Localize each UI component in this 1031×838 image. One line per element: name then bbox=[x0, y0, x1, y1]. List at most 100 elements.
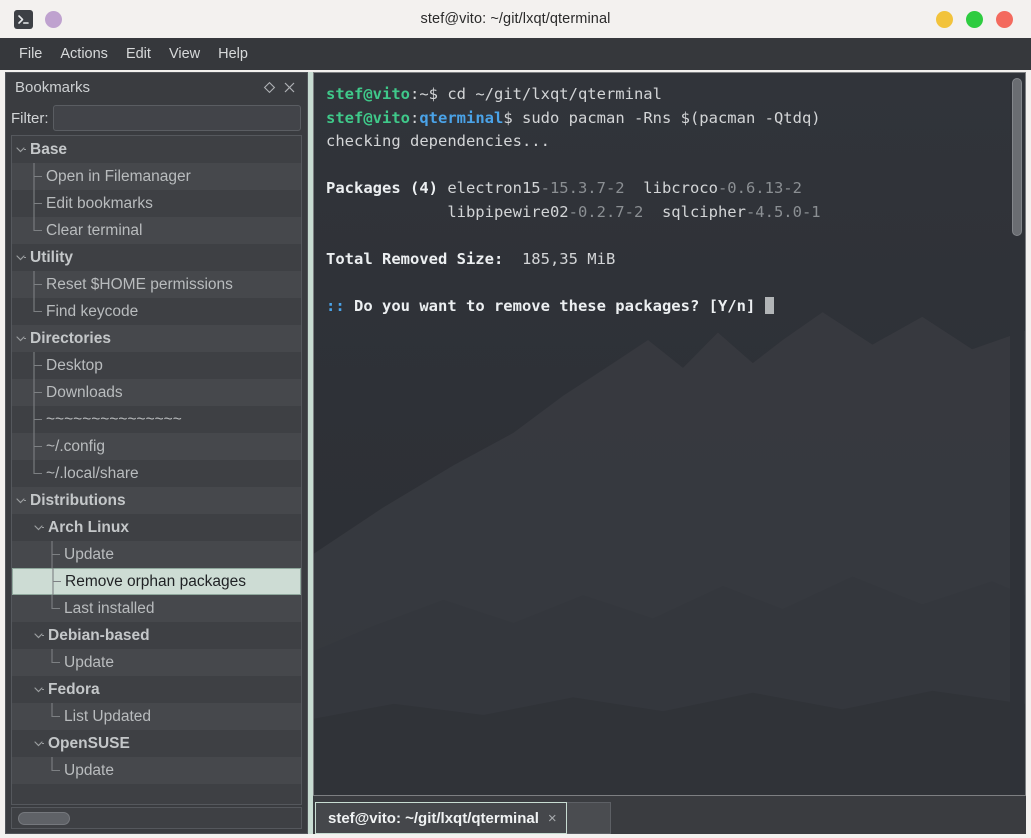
chevron-down-icon[interactable] bbox=[14, 332, 27, 345]
terminal-vertical-scrollbar[interactable] bbox=[1010, 74, 1024, 794]
tree-branch-line bbox=[48, 757, 61, 784]
terminal-text-span: electron15 bbox=[437, 179, 541, 197]
close-button[interactable] bbox=[996, 10, 1013, 28]
tab-close-icon[interactable]: × bbox=[548, 811, 557, 826]
tree-branch-line bbox=[30, 379, 43, 406]
tree-group-row[interactable]: Debian-based bbox=[12, 622, 301, 649]
menu-item-view[interactable]: View bbox=[160, 43, 209, 65]
terminal-text-span: libpipewire02 bbox=[326, 202, 569, 221]
menu-item-edit[interactable]: Edit bbox=[117, 43, 160, 65]
terminal-text-span: stef@vito bbox=[326, 108, 410, 127]
tree-item-row[interactable]: Desktop bbox=[12, 352, 301, 379]
tree-item-label: Clear terminal bbox=[46, 221, 143, 239]
tree-item-label: Utility bbox=[30, 248, 74, 266]
menu-item-file[interactable]: File bbox=[10, 43, 51, 65]
tree-item-label: Distributions bbox=[30, 491, 126, 509]
tree-group-row[interactable]: Utility bbox=[12, 244, 301, 271]
tree-item-row[interactable]: Remove orphan packages bbox=[12, 568, 301, 595]
chevron-down-icon[interactable] bbox=[32, 629, 45, 642]
tab-terminal-1[interactable]: stef@vito: ~/git/lxqt/qterminal × bbox=[315, 802, 567, 834]
scrollbar-thumb[interactable] bbox=[18, 811, 70, 825]
tree-item-row[interactable]: Reset $HOME permissions bbox=[12, 271, 301, 298]
tree-item-row[interactable]: Last installed bbox=[12, 595, 301, 622]
tree-item-row[interactable]: Update bbox=[12, 757, 301, 784]
terminal-text-span: Do you want to remove these packages? [Y… bbox=[344, 296, 765, 315]
bookmarks-panel: Bookmarks Filter: Base Open in Filemanage… bbox=[5, 72, 308, 834]
filter-input[interactable] bbox=[52, 105, 301, 131]
terminal-cursor bbox=[764, 296, 774, 314]
tree-group-row[interactable]: Fedora bbox=[12, 676, 301, 703]
tree-group-row[interactable]: Arch Linux bbox=[12, 514, 301, 541]
tree-group-row[interactable]: Base bbox=[12, 136, 301, 163]
terminal-text-span: libcroco bbox=[624, 179, 718, 197]
tree-item-row[interactable]: Open in Filemanager bbox=[12, 163, 301, 190]
tree-item-label: Downloads bbox=[46, 383, 123, 401]
tree-item-row[interactable]: ~/.config bbox=[12, 433, 301, 460]
tree-item-row[interactable]: List Updated bbox=[12, 703, 301, 730]
purple-circle-icon bbox=[45, 10, 62, 28]
float-diamond-icon[interactable] bbox=[259, 77, 279, 97]
terminal-text-span: 185,35 MiB bbox=[503, 249, 616, 268]
chevron-down-icon[interactable] bbox=[14, 143, 27, 156]
tree-item-label: Desktop bbox=[46, 356, 103, 374]
chevron-down-icon[interactable] bbox=[14, 251, 27, 264]
terminal-text-span: :: bbox=[326, 296, 345, 315]
terminal-text-span: -0.6.13-2 bbox=[717, 179, 802, 197]
tree-item-row[interactable]: Clear terminal bbox=[12, 217, 301, 244]
tree-item-label: Reset $HOME permissions bbox=[46, 275, 233, 293]
tree-branch-line bbox=[49, 568, 62, 595]
tree-branch-line bbox=[48, 703, 61, 730]
terminal-line: :: Do you want to remove these packages?… bbox=[326, 295, 1013, 319]
tree-item-row[interactable]: ~~~~~~~~~~~~~~~ bbox=[12, 406, 301, 433]
tree-item-row[interactable]: Update bbox=[12, 541, 301, 568]
terminal-line: Packages (4) electron15-15.3.7-2 libcroc… bbox=[326, 177, 1013, 201]
bookmarks-panel-header: Bookmarks bbox=[6, 73, 307, 101]
menu-item-help[interactable]: Help bbox=[209, 43, 257, 65]
tree-group-row[interactable]: OpenSUSE bbox=[12, 730, 301, 757]
tree-item-label: Edit bookmarks bbox=[46, 194, 153, 212]
chevron-down-icon[interactable] bbox=[32, 521, 45, 534]
tree-item-row[interactable]: Find keycode bbox=[12, 298, 301, 325]
tree-item-row[interactable]: Update bbox=[12, 649, 301, 676]
tree-branch-line bbox=[30, 217, 43, 244]
tree-item-label: OpenSUSE bbox=[48, 734, 130, 752]
tree-item-label: List Updated bbox=[64, 707, 152, 725]
title-bar: stef@vito: ~/git/lxqt/qterminal bbox=[0, 0, 1031, 38]
tree-item-row[interactable]: Edit bookmarks bbox=[12, 190, 301, 217]
terminal-output: stef@vito:~$ cd ~/git/lxqt/qterminal stef… bbox=[314, 73, 1025, 328]
maximize-button[interactable] bbox=[966, 10, 983, 28]
tree-item-label: Fedora bbox=[48, 680, 100, 698]
bookmarks-horizontal-scrollbar[interactable] bbox=[11, 807, 302, 829]
chevron-down-icon[interactable] bbox=[14, 494, 27, 507]
tree-item-label: Base bbox=[30, 140, 68, 158]
menu-item-actions[interactable]: Actions bbox=[51, 43, 117, 65]
terminal-text-span: qterminal bbox=[419, 108, 504, 127]
tree-item-row[interactable]: Downloads bbox=[12, 379, 301, 406]
tree-branch-line bbox=[30, 406, 43, 433]
terminal-text-span: Packages (4) bbox=[326, 179, 438, 197]
scrollbar-thumb[interactable] bbox=[1012, 78, 1022, 236]
filter-label: Filter: bbox=[11, 109, 49, 127]
tree-branch-line bbox=[48, 595, 61, 622]
new-tab-area[interactable] bbox=[566, 802, 611, 834]
filter-row: Filter: bbox=[6, 101, 307, 135]
close-icon[interactable] bbox=[279, 77, 299, 97]
tree-branch-line bbox=[30, 433, 43, 460]
tree-group-row[interactable]: Directories bbox=[12, 325, 301, 352]
terminal-text-span: $ sudo pacman -Rns $(pacman -Qtdq) bbox=[503, 108, 821, 127]
bookmarks-panel-title: Bookmarks bbox=[15, 78, 91, 96]
terminal-line: checking dependencies... bbox=[326, 130, 1013, 154]
tree-group-row[interactable]: Distributions bbox=[12, 487, 301, 514]
tree-item-row[interactable]: ~/.local/share bbox=[12, 460, 301, 487]
window-title: stef@vito: ~/git/lxqt/qterminal bbox=[420, 11, 611, 27]
terminal-view[interactable]: stef@vito:~$ cd ~/git/lxqt/qterminal stef… bbox=[313, 72, 1026, 796]
minimize-button[interactable] bbox=[936, 10, 953, 28]
chevron-down-icon[interactable] bbox=[32, 737, 45, 750]
tree-branch-line bbox=[30, 460, 43, 487]
chevron-down-icon[interactable] bbox=[32, 683, 45, 696]
tree-branch-line bbox=[30, 271, 43, 298]
tab-label: stef@vito: ~/git/lxqt/qterminal bbox=[328, 809, 539, 827]
bookmarks-tree[interactable]: Base Open in Filemanager Edit bookmarks Cle… bbox=[12, 136, 301, 804]
terminal-icon bbox=[14, 9, 33, 29]
